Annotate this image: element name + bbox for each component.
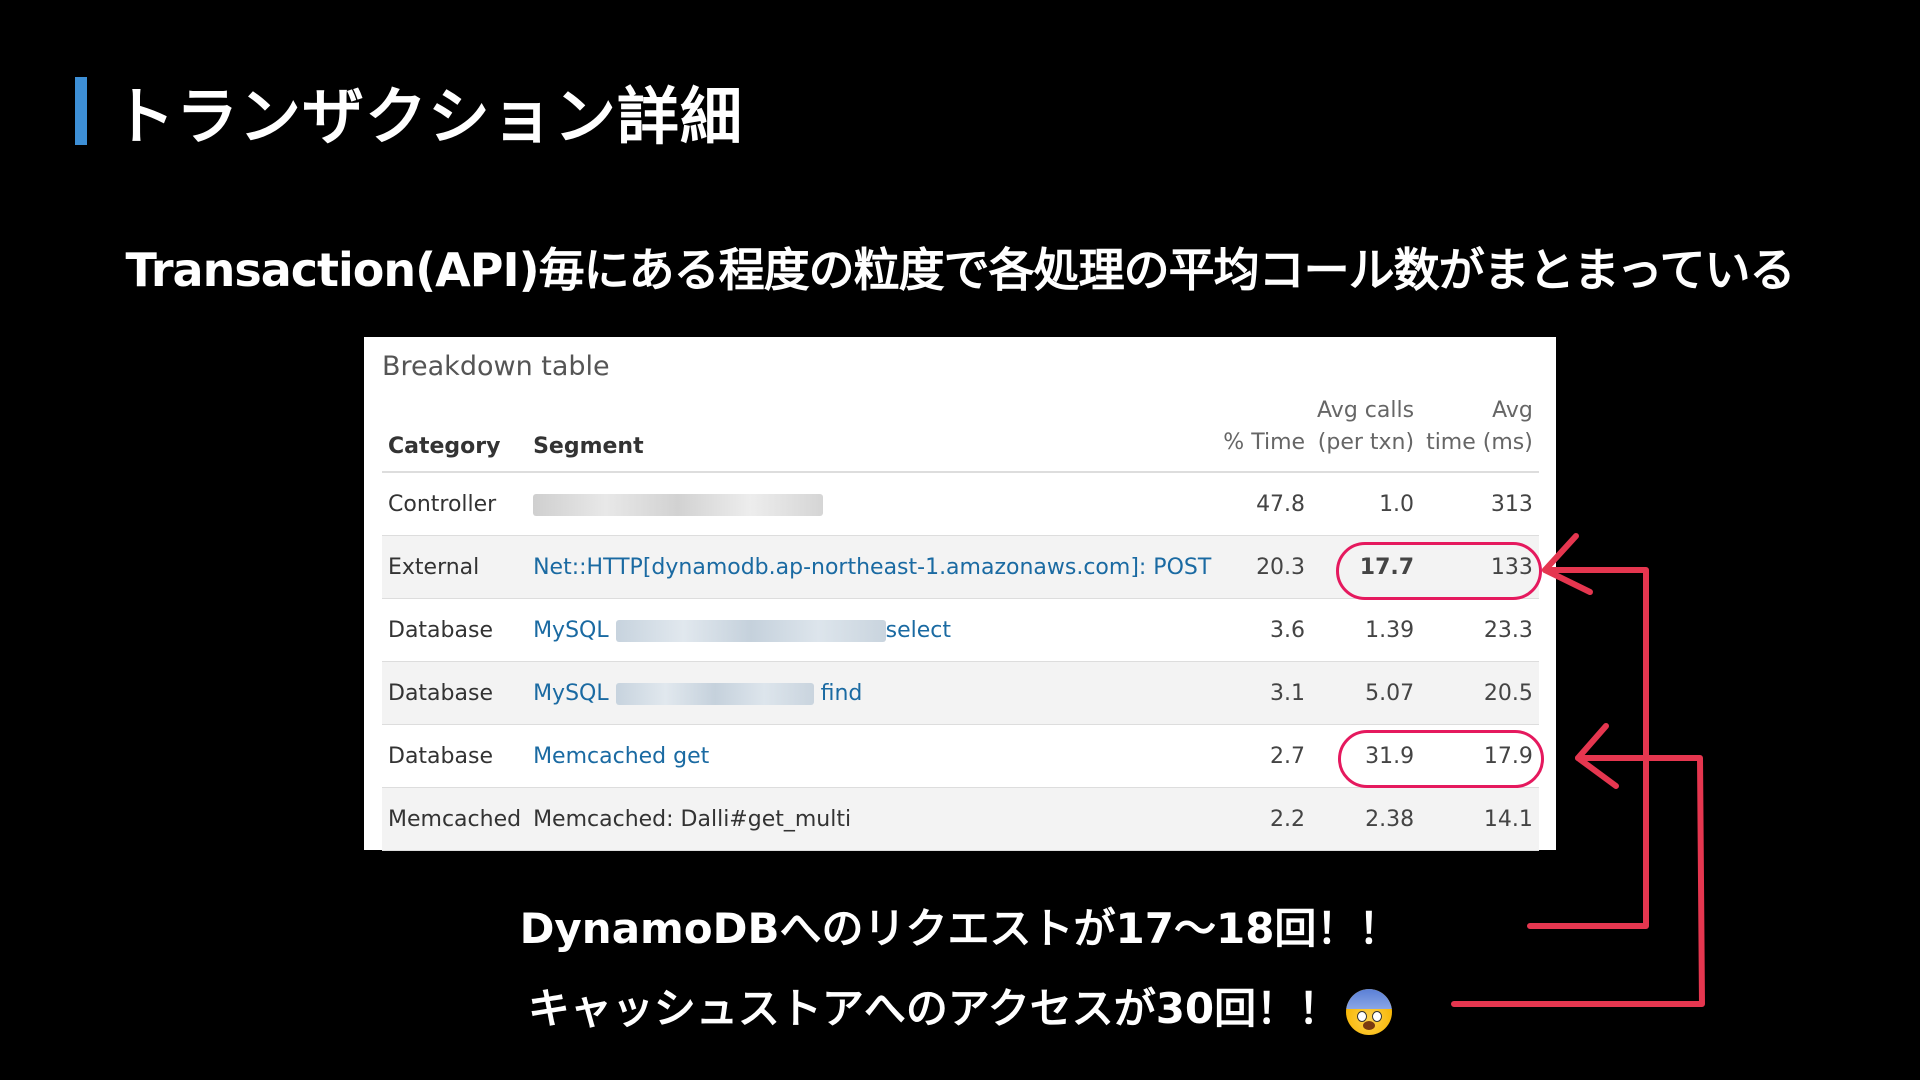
arrow-head-dynamodb (1542, 533, 1593, 595)
arrow-to-memcached (1451, 755, 1705, 1007)
note-line-cache-text: キャッシュストアへのアクセスが30回！！ (527, 984, 1341, 1033)
note-line-dynamodb: DynamoDBへのリクエストが17〜18回！！ (519, 904, 1401, 953)
note-line-cache: キャッシュストアへのアクセスが30回！！ (0, 975, 1920, 1036)
fearful-face-icon (1346, 988, 1393, 1035)
